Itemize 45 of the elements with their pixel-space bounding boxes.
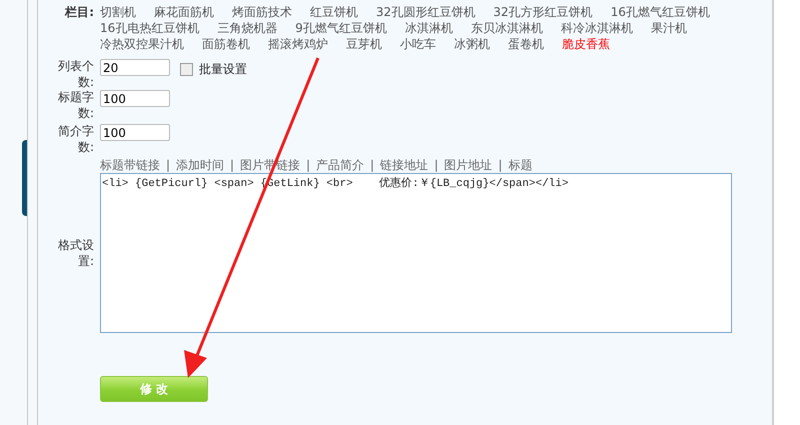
tag-link[interactable]: 产品简介 bbox=[316, 157, 364, 173]
checkbox-label: 批量设置 bbox=[199, 61, 247, 78]
separator: | bbox=[306, 157, 310, 173]
number-input[interactable]: 100 bbox=[100, 90, 170, 107]
category-link[interactable]: 小吃车 bbox=[400, 36, 436, 52]
category-link[interactable]: 16孔燃气红豆饼机 bbox=[610, 4, 710, 20]
tag-link[interactable]: 添加时间 bbox=[176, 157, 224, 173]
sidebar-toggle-tab[interactable] bbox=[22, 140, 27, 216]
tag-link[interactable]: 链接地址 bbox=[380, 157, 428, 173]
field-label: 标题字数: bbox=[57, 89, 95, 121]
field-label: 格式设置: bbox=[57, 237, 95, 269]
category-link[interactable]: 16孔电热红豆饼机 bbox=[100, 20, 200, 36]
category-link[interactable]: 三角烧机器 bbox=[217, 20, 278, 36]
separator: | bbox=[498, 157, 502, 173]
category-link[interactable]: 摇滚烤鸡炉 bbox=[268, 36, 328, 52]
tag-link[interactable]: 图片地址 bbox=[444, 157, 492, 173]
category-link[interactable]: 麻花面筋机 bbox=[154, 4, 214, 20]
category-link[interactable]: 烤面筋技术 bbox=[232, 4, 292, 20]
checkbox[interactable] bbox=[180, 63, 193, 76]
category-link[interactable]: 9孔燃气红豆饼机 bbox=[295, 20, 387, 36]
separator: | bbox=[230, 157, 234, 173]
category-link[interactable]: 冰粥机 bbox=[454, 36, 490, 52]
number-input[interactable]: 20 bbox=[100, 59, 170, 76]
category-link[interactable]: 32孔方形红豆饼机 bbox=[493, 4, 593, 20]
category-link[interactable]: 面筋卷机 bbox=[202, 36, 250, 52]
category-link[interactable]: 切割机 bbox=[100, 4, 136, 20]
field-label: 栏目: bbox=[64, 4, 95, 20]
category-link[interactable]: 果汁机 bbox=[650, 20, 687, 36]
tag-link[interactable]: 标题带链接 bbox=[100, 157, 160, 173]
number-input[interactable]: 100 bbox=[100, 124, 170, 141]
field-label: 简介字数: bbox=[57, 123, 95, 155]
category-link[interactable]: 冷热双控果汁机 bbox=[100, 36, 184, 52]
category-link[interactable]: 红豆饼机 bbox=[310, 4, 358, 20]
separator: | bbox=[370, 157, 374, 173]
category-link[interactable]: 32孔圆形红豆饼机 bbox=[376, 4, 476, 20]
category-link[interactable]: 脆皮香蕉 bbox=[562, 36, 610, 52]
category-link[interactable]: 科冷冰淇淋机 bbox=[560, 20, 633, 36]
field-label: 列表个数: bbox=[57, 58, 95, 90]
category-link[interactable]: 豆芽机 bbox=[346, 36, 382, 52]
separator: | bbox=[434, 157, 438, 173]
category-link[interactable]: 冰淇淋机 bbox=[404, 20, 453, 36]
category-link[interactable]: 东贝冰淇淋机 bbox=[470, 20, 543, 36]
category-link[interactable]: 蛋卷机 bbox=[508, 36, 544, 52]
separator: | bbox=[166, 157, 170, 173]
tag-link[interactable]: 标题 bbox=[508, 157, 532, 173]
